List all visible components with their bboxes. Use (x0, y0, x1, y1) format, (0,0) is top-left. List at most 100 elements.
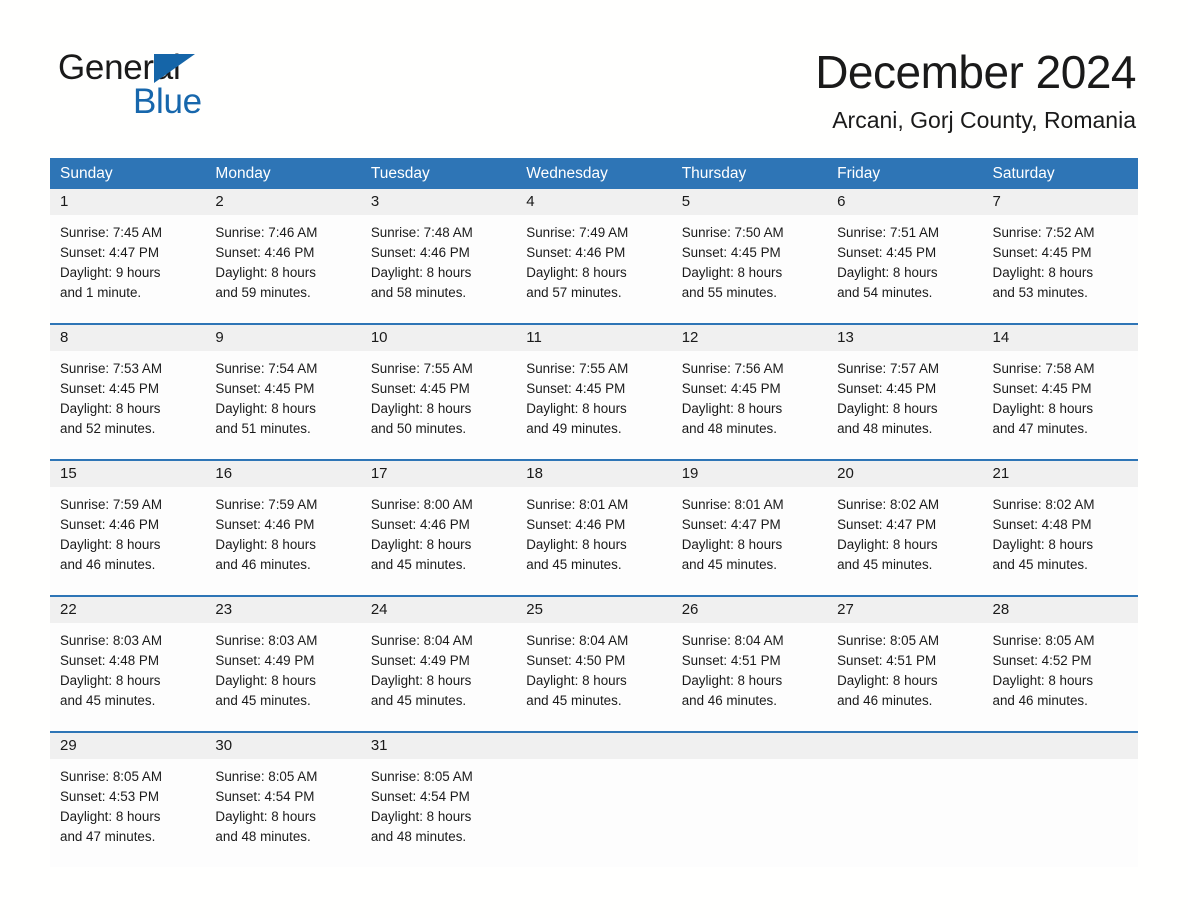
day-number[interactable]: 23 (205, 597, 360, 623)
daylight-text-cont: and 45 minutes. (60, 693, 156, 708)
sunrise-text: Sunrise: 8:01 AM (681, 497, 784, 512)
location-subtitle: Arcani, Gorj County, Romania (832, 107, 1136, 133)
sunrise-text: Sunrise: 7:53 AM (60, 361, 162, 376)
day-cell[interactable]: Sunrise: 8:05 AM Sunset: 4:54 PM Dayligh… (205, 759, 360, 867)
sunset-text: Sunset: 4:45 PM (681, 245, 781, 260)
day-number[interactable]: 9 (205, 325, 360, 351)
daylight-text-cont: and 58 minutes. (370, 285, 467, 300)
day-cell[interactable]: Sunrise: 7:55 AM Sunset: 4:45 PM Dayligh… (516, 351, 671, 459)
day-cell[interactable]: Sunrise: 7:48 AM Sunset: 4:46 PM Dayligh… (361, 215, 516, 323)
day-number[interactable]: 26 (672, 597, 827, 623)
day-cell[interactable]: Sunrise: 8:01 AM Sunset: 4:47 PM Dayligh… (672, 487, 827, 595)
day-number[interactable]: 21 (983, 461, 1138, 487)
day-cell[interactable]: Sunrise: 7:58 AM Sunset: 4:45 PM Dayligh… (983, 351, 1138, 459)
day-number[interactable]: 4 (516, 189, 671, 215)
day-number[interactable]: 14 (983, 325, 1138, 351)
day-cell[interactable]: Sunrise: 7:46 AM Sunset: 4:46 PM Dayligh… (205, 215, 360, 323)
day-number[interactable]: 29 (50, 733, 205, 759)
day-cell[interactable]: Sunrise: 8:04 AM Sunset: 4:49 PM Dayligh… (361, 623, 516, 731)
sunset-text: Sunset: 4:46 PM (60, 517, 159, 532)
day-number[interactable]: 22 (50, 597, 205, 623)
day-cell-empty (672, 759, 827, 867)
day-number[interactable]: 24 (361, 597, 516, 623)
day-cell[interactable]: Sunrise: 7:54 AM Sunset: 4:45 PM Dayligh… (205, 351, 360, 459)
sunrise-text: Sunrise: 7:45 AM (60, 225, 162, 240)
day-cell[interactable]: Sunrise: 7:55 AM Sunset: 4:45 PM Dayligh… (361, 351, 516, 459)
sunrise-text: Sunrise: 7:58 AM (992, 361, 1095, 376)
day-cell[interactable]: Sunrise: 7:53 AM Sunset: 4:45 PM Dayligh… (50, 351, 205, 459)
day-cell[interactable]: Sunrise: 7:56 AM Sunset: 4:45 PM Dayligh… (672, 351, 827, 459)
day-cell[interactable]: Sunrise: 8:05 AM Sunset: 4:51 PM Dayligh… (827, 623, 982, 731)
sunset-text: Sunset: 4:49 PM (215, 653, 315, 668)
day-cell[interactable]: Sunrise: 7:45 AM Sunset: 4:47 PM Dayligh… (50, 215, 205, 323)
day-cell[interactable]: Sunrise: 7:57 AM Sunset: 4:45 PM Dayligh… (827, 351, 982, 459)
daylight-text-cont: and 47 minutes. (992, 421, 1088, 436)
daylight-text-cont: and 47 minutes. (60, 829, 156, 844)
day-number-empty (672, 733, 827, 759)
daylight-text: Daylight: 8 hours (215, 673, 316, 688)
day-cell[interactable]: Sunrise: 8:00 AM Sunset: 4:46 PM Dayligh… (361, 487, 516, 595)
day-cell[interactable]: Sunrise: 8:01 AM Sunset: 4:46 PM Dayligh… (516, 487, 671, 595)
daylight-text: Daylight: 8 hours (526, 537, 627, 552)
daylight-text: Daylight: 8 hours (370, 673, 472, 688)
day-number[interactable]: 28 (983, 597, 1138, 623)
day-number[interactable]: 7 (983, 189, 1138, 215)
day-number[interactable]: 10 (361, 325, 516, 351)
daylight-text: Daylight: 8 hours (526, 401, 627, 416)
day-cell[interactable]: Sunrise: 7:59 AM Sunset: 4:46 PM Dayligh… (205, 487, 360, 595)
day-number[interactable]: 16 (205, 461, 360, 487)
day-number[interactable]: 1 (50, 189, 205, 215)
day-number[interactable]: 27 (827, 597, 982, 623)
daylight-text: Daylight: 8 hours (681, 265, 783, 280)
day-cell[interactable]: Sunrise: 8:05 AM Sunset: 4:54 PM Dayligh… (361, 759, 516, 867)
day-number[interactable]: 15 (50, 461, 205, 487)
sunrise-text: Sunrise: 8:05 AM (837, 633, 940, 648)
daylight-text: Daylight: 8 hours (681, 537, 783, 552)
day-number[interactable]: 20 (827, 461, 982, 487)
day-number[interactable]: 19 (672, 461, 827, 487)
day-cell[interactable]: Sunrise: 8:03 AM Sunset: 4:49 PM Dayligh… (205, 623, 360, 731)
day-cell[interactable]: Sunrise: 7:51 AM Sunset: 4:45 PM Dayligh… (827, 215, 982, 323)
daylight-text-cont: and 55 minutes. (681, 285, 777, 300)
day-number-row: 1 2 3 4 5 6 7 (50, 189, 1138, 215)
day-number[interactable]: 30 (205, 733, 360, 759)
day-number[interactable]: 18 (516, 461, 671, 487)
day-cell[interactable]: Sunrise: 8:04 AM Sunset: 4:51 PM Dayligh… (672, 623, 827, 731)
sunrise-text: Sunrise: 8:02 AM (837, 497, 940, 512)
day-number[interactable]: 17 (361, 461, 516, 487)
day-number[interactable]: 13 (827, 325, 982, 351)
day-cell[interactable]: Sunrise: 8:02 AM Sunset: 4:48 PM Dayligh… (983, 487, 1138, 595)
brand-logo[interactable]: General Blue (58, 48, 258, 124)
day-number[interactable]: 5 (672, 189, 827, 215)
day-cell[interactable]: Sunrise: 7:59 AM Sunset: 4:46 PM Dayligh… (50, 487, 205, 595)
sunrise-text: Sunrise: 8:04 AM (370, 633, 473, 648)
week-row: 8 9 10 11 12 13 14 Sunrise: 7:53 AM Suns… (50, 323, 1138, 459)
day-number[interactable]: 31 (361, 733, 516, 759)
day-cell[interactable]: Sunrise: 8:05 AM Sunset: 4:52 PM Dayligh… (983, 623, 1138, 731)
day-number-row: 8 9 10 11 12 13 14 (50, 325, 1138, 351)
day-number-row: 15 16 17 18 19 20 21 (50, 461, 1138, 487)
day-number[interactable]: 3 (361, 189, 516, 215)
day-cell[interactable]: Sunrise: 7:49 AM Sunset: 4:46 PM Dayligh… (516, 215, 671, 323)
day-number[interactable]: 12 (672, 325, 827, 351)
day-number[interactable]: 2 (205, 189, 360, 215)
day-number[interactable]: 25 (516, 597, 671, 623)
daylight-text: Daylight: 8 hours (526, 265, 627, 280)
day-number[interactable]: 8 (50, 325, 205, 351)
sunrise-text: Sunrise: 8:01 AM (526, 497, 629, 512)
daylight-text-cont: and 49 minutes. (526, 421, 622, 436)
daylight-text: Daylight: 8 hours (837, 537, 938, 552)
daylight-text: Daylight: 8 hours (837, 401, 938, 416)
day-cell[interactable]: Sunrise: 7:50 AM Sunset: 4:45 PM Dayligh… (672, 215, 827, 323)
day-cell[interactable]: Sunrise: 8:03 AM Sunset: 4:48 PM Dayligh… (50, 623, 205, 731)
day-cell[interactable]: Sunrise: 7:52 AM Sunset: 4:45 PM Dayligh… (983, 215, 1138, 323)
sunrise-text: Sunrise: 7:51 AM (837, 225, 940, 240)
day-number[interactable]: 11 (516, 325, 671, 351)
day-number[interactable]: 6 (827, 189, 982, 215)
sunset-text: Sunset: 4:50 PM (526, 653, 626, 668)
daylight-text: Daylight: 8 hours (992, 673, 1094, 688)
day-cell[interactable]: Sunrise: 8:04 AM Sunset: 4:50 PM Dayligh… (516, 623, 671, 731)
sunset-text: Sunset: 4:46 PM (215, 517, 315, 532)
day-cell[interactable]: Sunrise: 8:02 AM Sunset: 4:47 PM Dayligh… (827, 487, 982, 595)
day-cell[interactable]: Sunrise: 8:05 AM Sunset: 4:53 PM Dayligh… (50, 759, 205, 867)
